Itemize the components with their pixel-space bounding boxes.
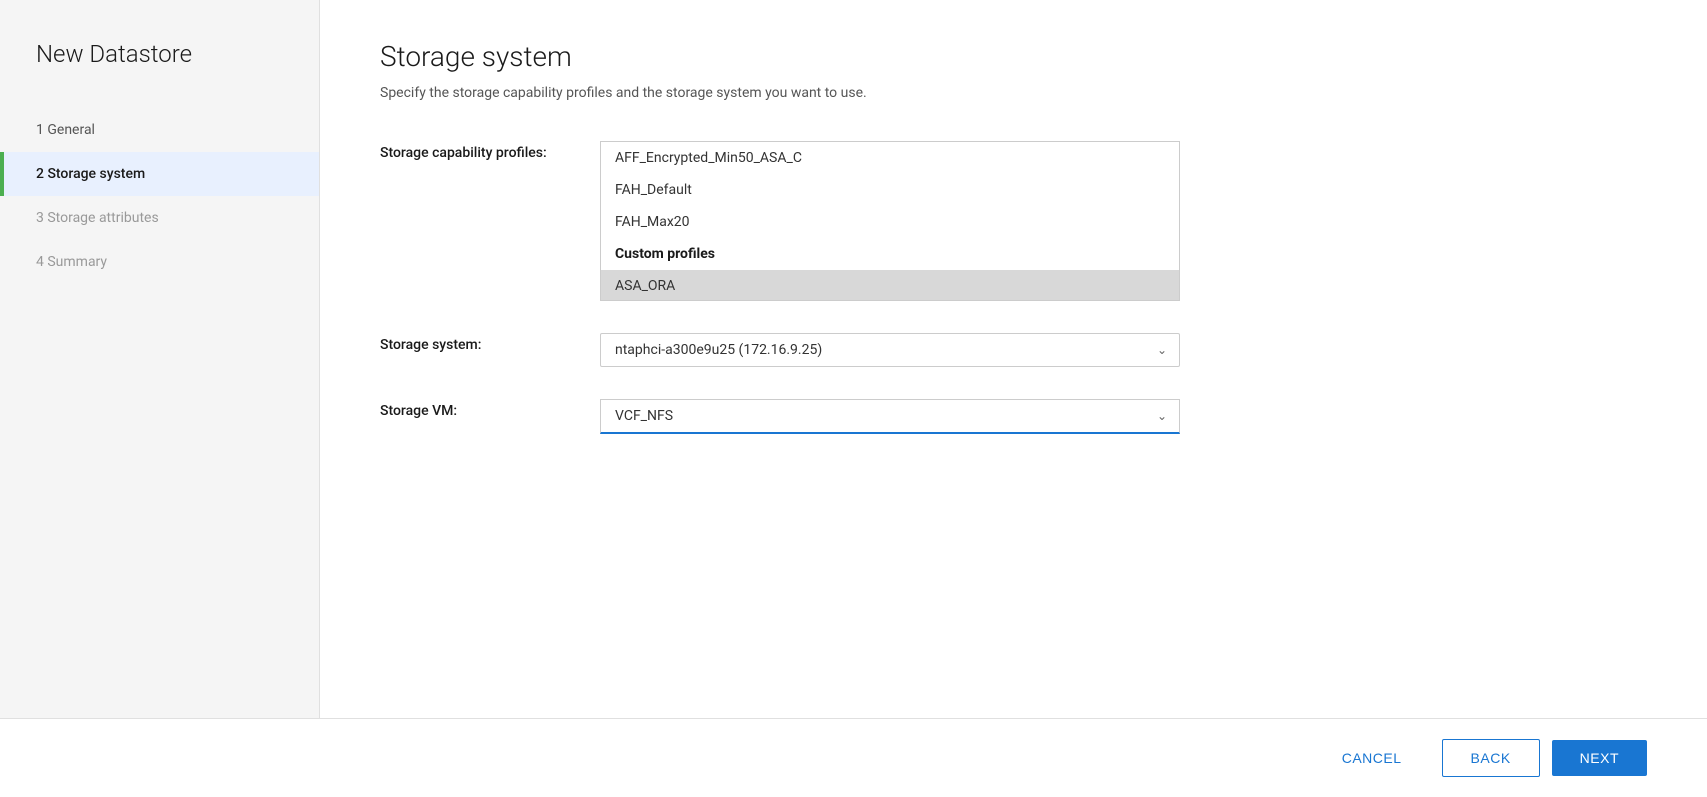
page-subtitle: Specify the storage capability profiles … <box>380 85 1647 101</box>
storage-vm-control: VCF_NFS ⌄ <box>600 399 1180 434</box>
storage-system-row: Storage system: ntaphci-a300e9u25 (172.1… <box>380 333 1647 367</box>
sidebar-step-label: 4 <box>36 254 44 270</box>
sidebar-step-text: General <box>47 122 95 138</box>
chevron-down-icon: ⌄ <box>1157 343 1167 357</box>
chevron-down-icon: ⌄ <box>1157 409 1167 423</box>
sidebar-step-label: 2 <box>36 166 44 182</box>
storage-system-dropdown[interactable]: ntaphci-a300e9u25 (172.16.9.25) ⌄ <box>600 333 1180 367</box>
sidebar-item-general[interactable]: 1 General <box>0 108 319 152</box>
storage-vm-value: VCF_NFS <box>615 408 673 424</box>
sidebar-step-text: Storage attributes <box>47 210 158 226</box>
sidebar: New Datastore 1 General 2 Storage system… <box>0 0 320 718</box>
page-title: Storage system <box>380 40 1647 73</box>
storage-vm-row: Storage VM: VCF_NFS ⌄ <box>380 399 1647 434</box>
sidebar-step-label: 3 <box>36 210 44 226</box>
sidebar-step-text: Storage system <box>47 166 145 182</box>
storage-capability-profiles-label: Storage capability profiles: <box>380 141 600 161</box>
storage-vm-dropdown[interactable]: VCF_NFS ⌄ <box>600 399 1180 434</box>
list-item[interactable]: FAH_Default <box>601 174 1179 206</box>
cancel-button[interactable]: CANCEL <box>1314 740 1430 776</box>
main-content: Storage system Specify the storage capab… <box>320 0 1707 718</box>
sidebar-item-storage-system[interactable]: 2 Storage system <box>0 152 319 196</box>
storage-capability-profiles-control: AFF_Encrypted_Min50_ASA_C FAH_Default FA… <box>600 141 1180 301</box>
form-section: Storage capability profiles: AFF_Encrypt… <box>380 141 1647 678</box>
list-item[interactable]: ASA_ORA <box>601 270 1179 301</box>
sidebar-step-text: Summary <box>47 254 107 270</box>
sidebar-item-storage-attributes[interactable]: 3 Storage attributes <box>0 196 319 240</box>
list-item[interactable]: FAH_Max20 <box>601 206 1179 238</box>
sidebar-item-summary[interactable]: 4 Summary <box>0 240 319 284</box>
next-button[interactable]: NEXT <box>1552 740 1647 776</box>
storage-system-control: ntaphci-a300e9u25 (172.16.9.25) ⌄ <box>600 333 1180 367</box>
storage-system-value: ntaphci-a300e9u25 (172.16.9.25) <box>615 342 822 358</box>
footer: CANCEL BACK NEXT <box>0 718 1707 797</box>
storage-capability-profiles-row: Storage capability profiles: AFF_Encrypt… <box>380 141 1647 301</box>
list-item[interactable]: AFF_Encrypted_Min50_ASA_C <box>601 142 1179 174</box>
storage-vm-label: Storage VM: <box>380 399 600 419</box>
sidebar-steps: 1 General 2 Storage system 3 Storage att… <box>0 108 319 284</box>
list-item-group-header: Custom profiles <box>601 238 1179 270</box>
storage-system-label: Storage system: <box>380 333 600 353</box>
back-button[interactable]: BACK <box>1442 739 1540 777</box>
sidebar-title: New Datastore <box>0 40 319 108</box>
storage-capability-profiles-listbox[interactable]: AFF_Encrypted_Min50_ASA_C FAH_Default FA… <box>600 141 1180 301</box>
sidebar-step-label: 1 <box>36 122 44 138</box>
